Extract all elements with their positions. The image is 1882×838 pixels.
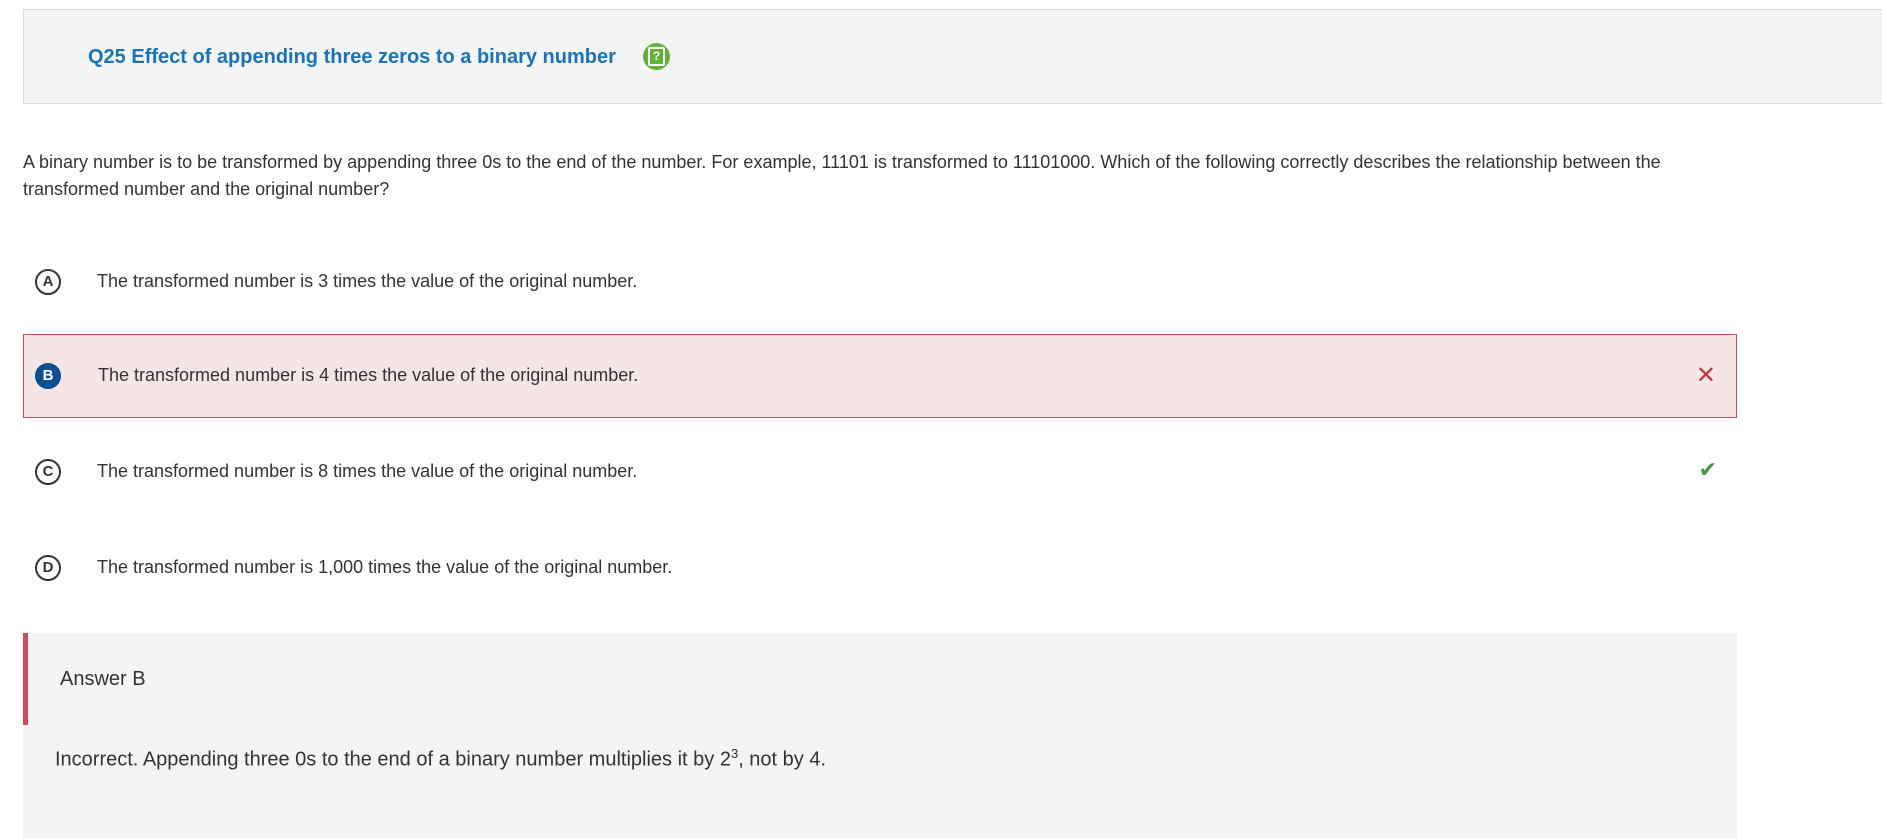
explanation-before: Incorrect. Appending three 0s to the end… bbox=[55, 748, 731, 771]
choice-text-b: The transformed number is 4 times the va… bbox=[98, 365, 639, 385]
choice-text-c: The transformed number is 8 times the va… bbox=[97, 461, 638, 481]
question-title: Q25 Effect of appending three zeros to a… bbox=[88, 46, 616, 68]
choice-c[interactable]: C The transformed number is 8 times the … bbox=[23, 430, 1737, 514]
answer-explanation-panel: Answer B Incorrect. Appending three 0s t… bbox=[23, 633, 1737, 838]
choice-letter-b[interactable]: B bbox=[35, 363, 61, 389]
choice-d[interactable]: D The transformed number is 1,000 times … bbox=[23, 526, 1737, 610]
choice-text-a: The transformed number is 3 times the va… bbox=[97, 271, 638, 291]
choice-a[interactable]: A The transformed number is 3 times the … bbox=[23, 240, 1737, 324]
correct-check-icon: ✔ bbox=[1698, 457, 1717, 482]
help-icon[interactable]: ? bbox=[643, 43, 670, 70]
incorrect-x-icon: ✕ bbox=[1695, 362, 1716, 389]
explanation-text: Incorrect. Appending three 0s to the end… bbox=[55, 746, 826, 772]
choice-letter-a[interactable]: A bbox=[35, 269, 61, 295]
choice-text-d: The transformed number is 1,000 times th… bbox=[97, 557, 673, 577]
explanation-after: , not by 4. bbox=[738, 748, 827, 771]
choice-letter-c[interactable]: C bbox=[35, 459, 61, 485]
answer-status-bar bbox=[23, 633, 28, 725]
question-stem: A binary number is to be transformed by … bbox=[23, 152, 1661, 199]
choice-b[interactable]: B The transformed number is 4 times the … bbox=[23, 334, 1737, 418]
question-header: Q25 Effect of appending three zeros to a… bbox=[23, 9, 1882, 104]
answer-label: Answer B bbox=[60, 668, 146, 690]
choice-letter-d[interactable]: D bbox=[35, 555, 61, 581]
